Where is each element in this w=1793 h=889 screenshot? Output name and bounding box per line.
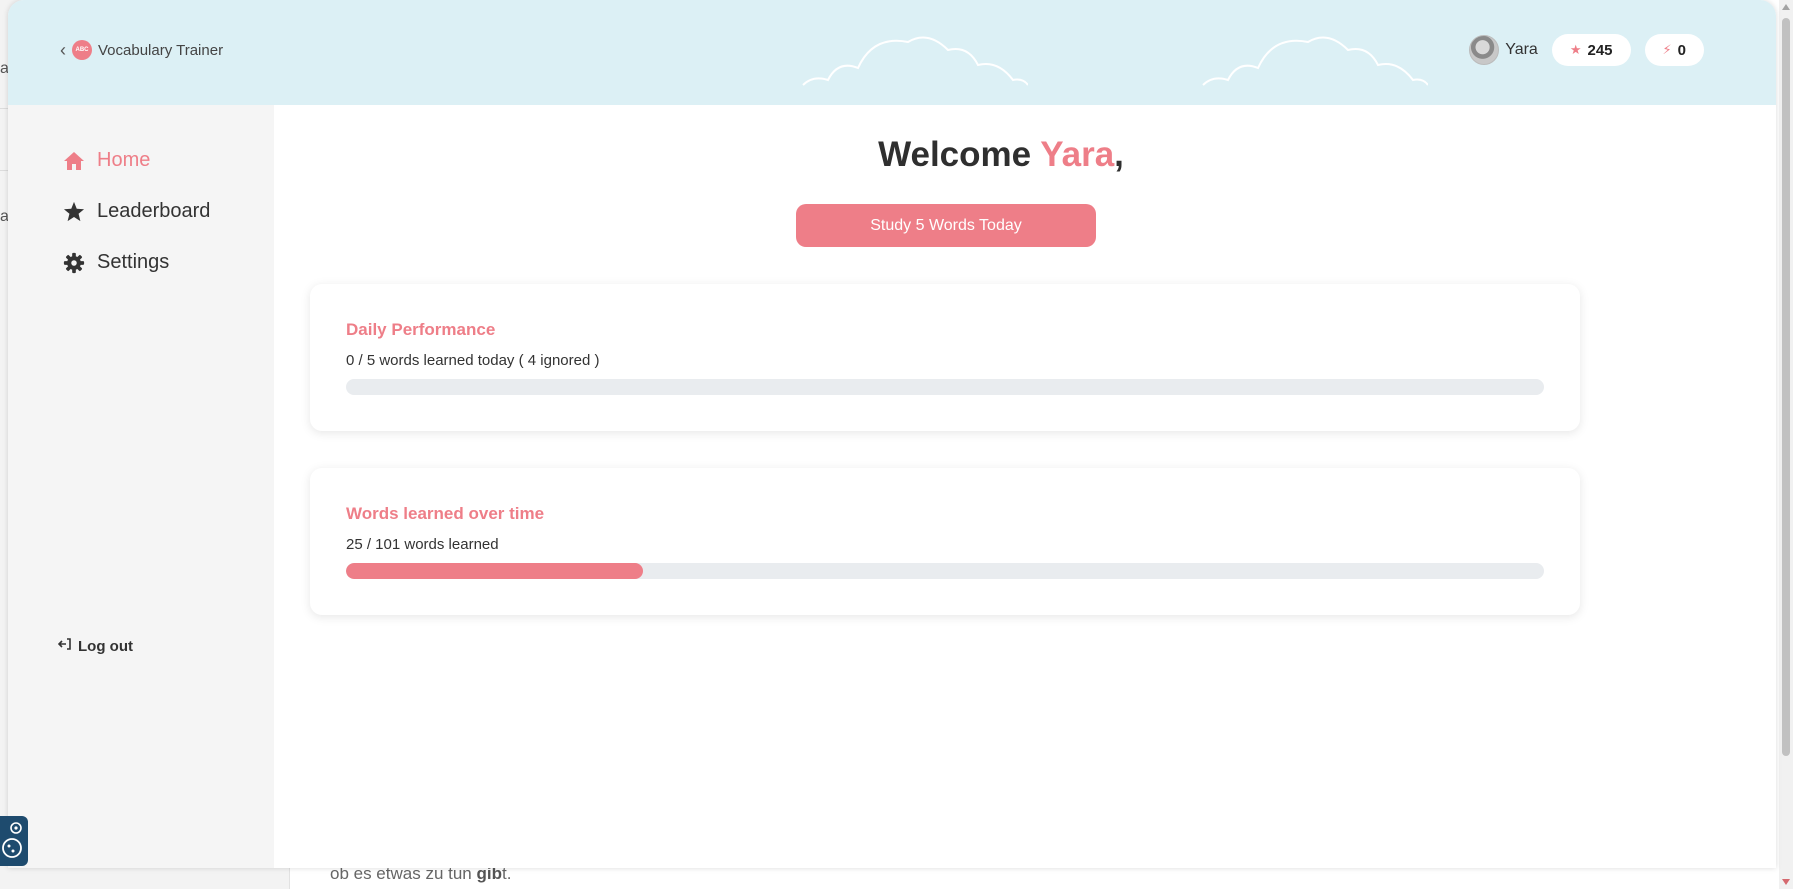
sidebar-item-leaderboard[interactable]: Leaderboard [63, 200, 210, 223]
user-name: Yara [1505, 41, 1538, 58]
cookie-icon [2, 822, 22, 858]
scroll-down-icon[interactable] [1782, 879, 1790, 885]
gear-icon [63, 252, 85, 274]
sidebar: Home Leaderboard Settings Log out [8, 105, 274, 868]
logout-icon [57, 637, 72, 655]
words-over-time-card: Words learned over time 25 / 101 words l… [310, 468, 1580, 615]
cloud-decoration-icon [1202, 36, 1428, 86]
vocabulary-trainer-modal: ‹ ABC Vocabulary Trainer Yara ★ 245 ⚡ 0 [8, 0, 1776, 868]
sidebar-item-label: Leaderboard [97, 200, 211, 222]
app-logo-icon: ABC [72, 40, 92, 60]
streak-value: 0 [1677, 41, 1686, 59]
study-words-button[interactable]: Study 5 Words Today [796, 204, 1096, 247]
back-link[interactable]: ‹ ABC Vocabulary Trainer [60, 40, 223, 60]
daily-performance-card: Daily Performance 0 / 5 words learned to… [310, 284, 1580, 431]
logout-label: Log out [78, 637, 133, 655]
app-title: Vocabulary Trainer [98, 41, 224, 59]
sidebar-item-label: Home [97, 149, 151, 171]
scrollbar-thumb[interactable] [1782, 18, 1790, 756]
user-profile[interactable]: Yara [1469, 35, 1538, 65]
points-badge: ★ 245 [1551, 34, 1631, 66]
overall-progress-fill [346, 563, 643, 579]
daily-progress-bar [346, 379, 1544, 395]
card-title: Daily Performance [346, 320, 496, 339]
streak-badge: ⚡ 0 [1644, 34, 1704, 66]
header-stats: Yara ★ 245 ⚡ 0 [1469, 34, 1704, 66]
sidebar-item-label: Settings [97, 251, 170, 273]
lightning-icon: ⚡ [1662, 42, 1672, 57]
star-icon [63, 201, 85, 222]
sidebar-item-settings[interactable]: Settings [63, 251, 169, 274]
main-content: Welcome Yara, Study 5 Words Today Daily … [274, 105, 1776, 868]
chevron-left-icon: ‹ [60, 40, 66, 60]
overall-progress-bar [346, 563, 1544, 579]
home-icon [63, 151, 85, 171]
star-icon: ★ [1569, 42, 1582, 57]
overall-summary: 25 / 101 words learned [346, 536, 499, 553]
card-title: Words learned over time [346, 504, 545, 523]
welcome-user-name: Yara [1040, 135, 1115, 174]
daily-summary: 0 / 5 words learned today ( 4 ignored ) [346, 352, 600, 369]
points-value: 245 [1587, 41, 1613, 59]
scroll-up-icon[interactable] [1782, 4, 1790, 10]
sidebar-item-home[interactable]: Home [63, 149, 150, 172]
avatar [1469, 35, 1500, 65]
page-title: Welcome Yara, [878, 135, 1124, 174]
app-header: ‹ ABC Vocabulary Trainer Yara ★ 245 ⚡ 0 [8, 0, 1776, 105]
cookie-settings-button[interactable] [0, 816, 28, 866]
page-scrollbar[interactable] [1779, 0, 1793, 889]
logout-button[interactable]: Log out [57, 637, 133, 655]
cloud-decoration-icon [802, 36, 1028, 86]
